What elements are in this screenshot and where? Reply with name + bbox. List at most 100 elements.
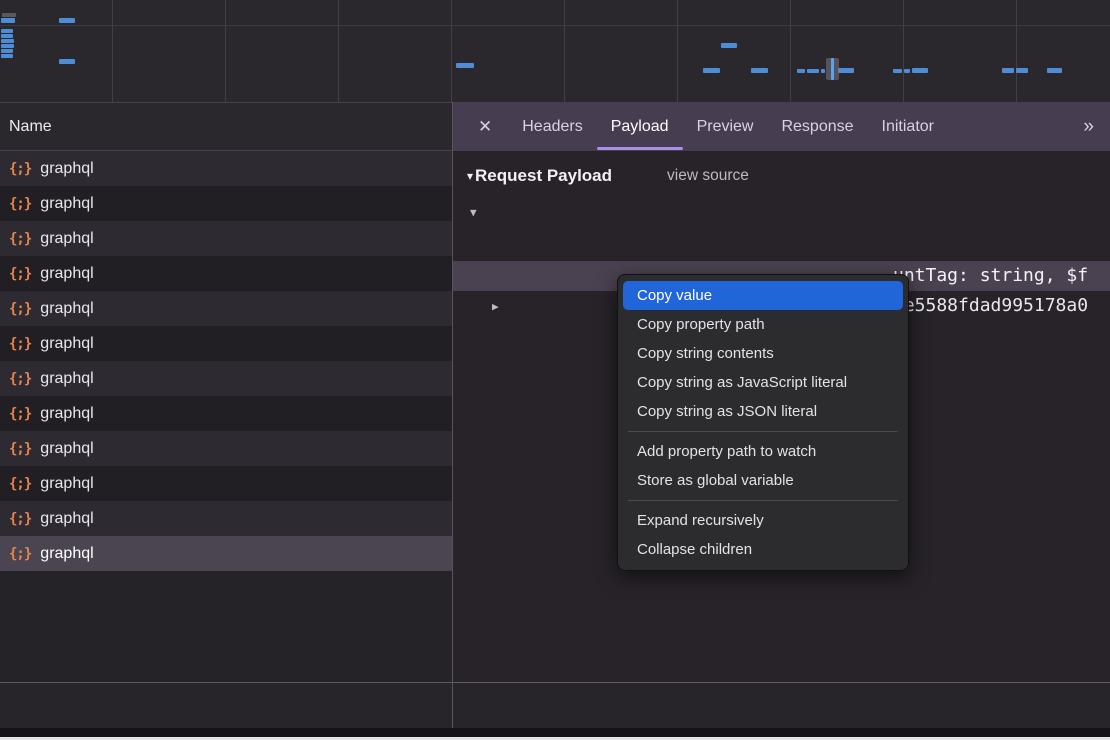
- timeline-bar[interactable]: [904, 69, 910, 73]
- more-tabs-icon[interactable]: »: [1083, 116, 1110, 138]
- json-icon: {;}: [9, 231, 31, 247]
- expand-triangle-icon[interactable]: ▶: [492, 292, 499, 321]
- payload-operationname-row[interactable]: operationName: "ipFlowTimeseries": [453, 227, 1110, 257]
- request-name: graphql: [40, 440, 93, 458]
- menu-separator: [628, 431, 898, 432]
- tab-headers[interactable]: Headers: [508, 102, 596, 151]
- request-name: graphql: [40, 335, 93, 353]
- timeline-bar[interactable]: [59, 18, 75, 23]
- timeline-bar[interactable]: [1047, 68, 1062, 73]
- tab-initiator[interactable]: Initiator: [868, 102, 948, 151]
- timeline-bar[interactable]: [1, 49, 13, 53]
- close-icon[interactable]: ✕: [478, 117, 492, 137]
- detail-tab-bar: ✕ Headers Payload Preview Response Initi…: [453, 102, 1110, 151]
- json-icon: {;}: [9, 301, 31, 317]
- overview-gridline: [0, 25, 1110, 26]
- request-name: graphql: [40, 405, 93, 423]
- timeline-bar[interactable]: [821, 69, 825, 73]
- overview-selection-line: [831, 58, 834, 80]
- request-payload-section: ▾ Request Payload view source: [453, 151, 1110, 197]
- request-name: graphql: [40, 370, 93, 388]
- network-overview-timeline[interactable]: [0, 0, 1110, 102]
- table-row[interactable]: {;} graphql: [0, 186, 452, 221]
- payload-root-row[interactable]: ▼ {operationName: "ipFlowTimeseries", va…: [453, 197, 1110, 227]
- json-icon: {;}: [9, 161, 31, 177]
- variables-value-fragment: ee5588fdad995178a0: [893, 291, 1088, 321]
- timeline-bar[interactable]: [893, 69, 902, 73]
- menu-item-copy-property-path[interactable]: Copy property path: [618, 310, 908, 339]
- table-row[interactable]: {;}graphql: [0, 501, 452, 536]
- menu-item-copy-string-js-literal[interactable]: Copy string as JavaScript literal: [618, 368, 908, 397]
- table-row[interactable]: {;} graphql: [0, 431, 452, 466]
- timeline-bar[interactable]: [1, 44, 14, 48]
- query-value-fragment: untTag: string, $f: [893, 261, 1088, 291]
- json-icon: {;}: [9, 511, 31, 527]
- timeline-bar[interactable]: [1, 29, 13, 33]
- view-source-link[interactable]: view source: [667, 167, 749, 185]
- table-row[interactable]: {;} graphql: [0, 291, 452, 326]
- timeline-bar[interactable]: [807, 69, 819, 73]
- timeline-bar[interactable]: [751, 68, 768, 73]
- table-row[interactable]: {;} graphql: [0, 256, 452, 291]
- timeline-bar[interactable]: [703, 68, 720, 73]
- json-icon: {;}: [9, 406, 31, 422]
- menu-item-add-property-path-to-watch[interactable]: Add property path to watch: [618, 437, 908, 466]
- tab-payload[interactable]: Payload: [597, 102, 683, 151]
- json-icon: {;}: [9, 371, 31, 387]
- json-icon: {;}: [9, 336, 31, 352]
- menu-separator: [628, 500, 898, 501]
- devtools-window: Name ✕ Headers Payload Preview Response …: [0, 0, 1110, 740]
- timeline-bar[interactable]: [1, 39, 14, 43]
- request-name: graphql: [40, 300, 93, 318]
- expand-triangle-icon[interactable]: ▼: [470, 198, 477, 227]
- tab-response[interactable]: Response: [767, 102, 867, 151]
- request-name: graphql: [40, 475, 93, 493]
- request-name: graphql: [40, 160, 93, 178]
- timeline-bar[interactable]: [838, 68, 854, 73]
- table-row[interactable]: {;} graphql: [0, 326, 452, 361]
- menu-item-store-as-global-variable[interactable]: Store as global variable: [618, 466, 908, 495]
- table-row[interactable]: {;} graphql: [0, 466, 452, 501]
- table-row-selected[interactable]: {;} graphql: [0, 536, 452, 571]
- summary-footer: [0, 682, 1110, 728]
- timeline-bar[interactable]: [1, 54, 13, 58]
- timeline-bar[interactable]: [1002, 68, 1014, 73]
- menu-item-copy-string-json-literal[interactable]: Copy string as JSON literal: [618, 397, 908, 426]
- window-bottom-edge: [0, 728, 1110, 737]
- timeline-bar[interactable]: [912, 68, 928, 73]
- table-row[interactable]: {;} graphql: [0, 396, 452, 431]
- json-icon: {;}: [9, 546, 31, 562]
- table-row[interactable]: {;} graphql: [0, 151, 452, 186]
- tab-preview[interactable]: Preview: [683, 102, 768, 151]
- table-row[interactable]: {;} graphql: [0, 361, 452, 396]
- menu-item-copy-string-contents[interactable]: Copy string contents: [618, 339, 908, 368]
- timeline-bar[interactable]: [797, 69, 805, 73]
- timeline-bar[interactable]: [59, 59, 75, 64]
- json-icon: {;}: [9, 476, 31, 492]
- panel-divider[interactable]: [452, 102, 453, 728]
- table-row[interactable]: {;} graphql: [0, 221, 452, 256]
- timeline-bar[interactable]: [1, 34, 13, 38]
- section-title: Request Payload: [475, 166, 612, 186]
- timeline-bar[interactable]: [1, 18, 15, 23]
- json-icon: {;}: [9, 441, 31, 457]
- collapse-triangle-icon[interactable]: ▾: [467, 169, 473, 183]
- request-list: {;} graphql {;} graphql {;} graphql {;} grap…: [0, 151, 452, 682]
- name-column-label: Name: [9, 118, 52, 136]
- context-menu: Copy value Copy property path Copy strin…: [617, 274, 909, 571]
- request-name: graphql: [40, 545, 93, 563]
- json-icon: {;}: [9, 196, 31, 212]
- request-name: graphql: [40, 195, 93, 213]
- timeline-bar[interactable]: [721, 43, 737, 48]
- devtools-network-panel: Name ✕ Headers Payload Preview Response …: [0, 0, 1110, 737]
- request-name: graphql: [40, 265, 93, 283]
- timeline-bar[interactable]: [1016, 68, 1028, 73]
- json-icon: {;}: [9, 266, 31, 282]
- menu-item-copy-value[interactable]: Copy value: [623, 281, 903, 310]
- request-name: graphql: [40, 230, 93, 248]
- menu-item-expand-recursively[interactable]: Expand recursively: [618, 506, 908, 535]
- timeline-bar[interactable]: [456, 63, 474, 68]
- timeline-bar[interactable]: [2, 13, 16, 17]
- menu-item-collapse-children[interactable]: Collapse children: [618, 535, 908, 564]
- name-column-header[interactable]: Name: [0, 102, 452, 151]
